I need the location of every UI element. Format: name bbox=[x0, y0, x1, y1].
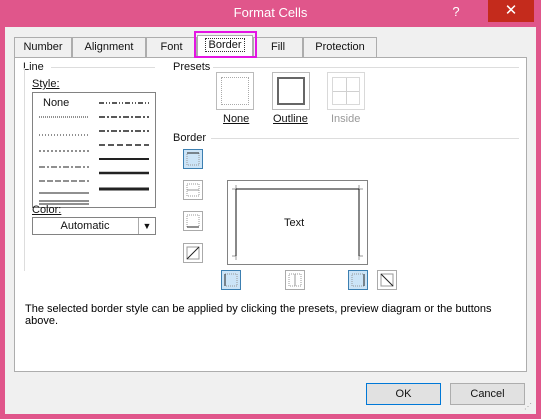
border-diagonal-up-button[interactable] bbox=[183, 243, 203, 263]
border-bottom-button[interactable] bbox=[183, 211, 203, 231]
help-button[interactable]: ? bbox=[448, 4, 464, 20]
border-left-button[interactable] bbox=[221, 270, 241, 290]
border-panel: Line Style: None Color: Automatic ▼ Pres… bbox=[14, 57, 527, 372]
line-style-samples[interactable] bbox=[33, 93, 155, 207]
preset-outline-button[interactable] bbox=[272, 72, 310, 110]
color-value: Automatic bbox=[60, 220, 110, 232]
preset-outline-label[interactable]: Outline bbox=[273, 113, 308, 125]
preset-none-button[interactable] bbox=[216, 72, 254, 110]
close-button[interactable]: ✕ bbox=[488, 0, 534, 22]
border-inside-horizontal-icon bbox=[186, 183, 200, 197]
border-divider bbox=[211, 138, 519, 139]
border-inside-vertical-icon bbox=[288, 273, 302, 287]
border-middle-vertical-button[interactable] bbox=[285, 270, 305, 290]
border-diagonal-down-button[interactable] bbox=[377, 270, 397, 290]
preset-outline-icon bbox=[277, 77, 305, 105]
tab-font[interactable]: Font bbox=[146, 37, 197, 57]
style-label: Style: bbox=[32, 78, 60, 90]
presets-divider bbox=[213, 67, 519, 68]
line-style-list[interactable]: None bbox=[32, 92, 156, 208]
tab-number[interactable]: Number bbox=[14, 37, 72, 57]
preset-inside-button bbox=[327, 72, 365, 110]
border-group-label: Border bbox=[173, 132, 207, 144]
border-left-icon bbox=[224, 273, 238, 287]
preset-none-icon bbox=[221, 77, 249, 105]
preset-inside-icon bbox=[332, 77, 360, 105]
border-right-icon bbox=[351, 273, 365, 287]
tab-protection[interactable]: Protection bbox=[303, 37, 377, 57]
tab-fill[interactable]: Fill bbox=[253, 37, 303, 57]
border-middle-horizontal-button[interactable] bbox=[183, 180, 203, 200]
dialog-body: Number Alignment Font Border Fill Protec… bbox=[5, 27, 536, 414]
border-tab-highlight bbox=[194, 31, 257, 58]
preset-inside-label: Inside bbox=[331, 113, 361, 125]
diagonal-up-icon bbox=[186, 246, 200, 260]
color-dropdown[interactable]: Automatic ▼ bbox=[32, 217, 156, 235]
border-right-button[interactable] bbox=[348, 270, 368, 290]
color-label: Color: bbox=[32, 204, 62, 216]
title-bar: Format Cells ? ✕ bbox=[0, 0, 541, 26]
border-bottom-icon bbox=[186, 214, 200, 228]
ok-button[interactable]: OK bbox=[366, 383, 441, 405]
chevron-down-icon[interactable]: ▼ bbox=[138, 218, 155, 234]
border-top-icon bbox=[186, 152, 200, 166]
cancel-button[interactable]: Cancel bbox=[450, 383, 525, 405]
preset-none-label[interactable]: None bbox=[223, 113, 249, 125]
presets-group-label: Presets bbox=[173, 61, 211, 73]
preview-text: Text bbox=[284, 217, 305, 229]
border-preview[interactable]: Text bbox=[227, 180, 368, 265]
format-cells-dialog: Format Cells ? ✕ Number Alignment Font B… bbox=[0, 0, 541, 419]
resize-grip-icon[interactable]: ⋰ bbox=[524, 402, 534, 412]
tab-alignment[interactable]: Alignment bbox=[72, 37, 146, 57]
diagonal-down-icon bbox=[380, 273, 394, 287]
border-description: The selected border style can be applied… bbox=[25, 303, 492, 327]
border-top-button[interactable] bbox=[183, 149, 203, 169]
